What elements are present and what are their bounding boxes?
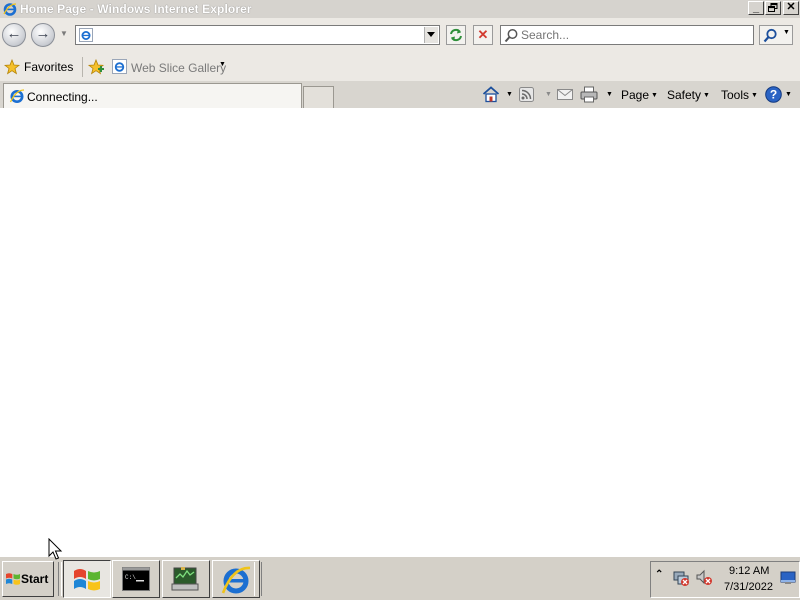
recent-pages-dropdown[interactable]: ▼ [60,29,68,38]
web-slice-page-icon [112,59,127,74]
page-icon [79,28,93,42]
home-button[interactable]: ▼ [482,86,516,104]
show-desktop-icon [780,571,796,584]
address-dropdown-button[interactable] [424,27,438,43]
chevron-down-icon: ▼ [703,92,710,99]
volume-muted-icon [696,569,712,585]
search-icon [763,28,777,43]
server-manager-icon [171,567,199,591]
search-box[interactable] [500,25,754,45]
rss-feed-icon [519,87,534,102]
network-disconnected-icon [673,571,689,586]
favorites-label: Favorites [24,60,74,74]
chevron-down-icon: ▼ [545,91,552,98]
chevron-down-icon: ▼ [651,92,658,99]
forward-button[interactable]: → [31,23,55,47]
taskbar-internet-explorer-button[interactable] [212,560,260,598]
refresh-icon [450,28,462,42]
chevron-down-icon: ▼ [606,91,613,98]
start-label: Start [21,572,49,586]
restore-button[interactable] [765,1,781,15]
restore-icon [768,3,778,12]
feeds-button[interactable]: ▼ [519,87,552,104]
tools-menu-label: Tools [721,88,750,102]
svg-text:C:\: C:\ [125,574,136,581]
minimize-icon: _ [752,2,760,14]
network-status-button[interactable] [672,569,690,587]
back-arrow-icon: ← [6,25,22,42]
windows-logo-icon [6,573,20,585]
command-prompt-icon: C:\ [122,567,150,591]
back-button[interactable]: ← [2,23,26,47]
refresh-button[interactable] [446,25,466,45]
stop-icon: ✕ [477,27,489,42]
separator [82,57,83,77]
home-icon [482,86,500,103]
taskbar-separator [58,562,62,596]
window-title: Home Page - Windows Internet Explorer [20,2,252,16]
safety-menu[interactable]: Safety ▼ [667,88,710,102]
close-icon: ✕ [786,1,796,13]
show-hidden-icons-button[interactable]: ⌃ [655,569,663,580]
show-desktop-button[interactable] [780,570,796,586]
taskbar-command-prompt-button[interactable]: C:\ [112,560,160,598]
svg-text:?: ? [770,88,777,102]
safety-menu-label: Safety [667,88,702,102]
chevron-down-icon: ▼ [60,29,68,38]
close-button[interactable]: ✕ [783,1,799,15]
page-menu[interactable]: Page ▼ [621,88,658,102]
internet-explorer-icon [221,566,251,594]
ie-logo-icon [3,3,17,16]
chevron-down-icon: ▼ [506,91,513,98]
clock-time[interactable]: 9:12 AM [729,565,769,577]
page-content-area[interactable] [0,108,800,556]
search-input[interactable] [521,27,749,43]
mail-icon [557,89,573,100]
taskbar-windows-button[interactable] [63,560,111,598]
taskbar-server-manager-button[interactable] [162,560,210,598]
chevron-up-icon: ⌃ [655,569,664,580]
address-bar[interactable] [75,25,440,45]
search-button[interactable]: ▼ [759,25,793,45]
dropdown-arrow-icon [427,32,435,37]
clock-date[interactable]: 7/31/2022 [724,581,773,593]
new-tab-button[interactable] [303,86,334,108]
address-input[interactable] [96,27,418,43]
add-to-favorites-bar-button[interactable] [87,58,107,76]
windows-flag-icon [74,569,100,591]
mouse-cursor-icon [48,538,63,560]
chevron-down-icon: ▼ [785,91,792,98]
ie-logo-icon [9,89,25,103]
volume-button[interactable] [695,569,713,587]
search-provider-icon [504,29,518,43]
search-options-chevron-icon[interactable]: ▼ [783,29,790,36]
help-icon: ? [765,86,782,103]
read-mail-button[interactable] [557,88,573,102]
add-favorite-icon [87,58,105,75]
print-button[interactable]: ▼ [580,86,613,104]
help-button[interactable]: ? ▼ [765,86,792,104]
web-slice-gallery-label: Web Slice Gallery [131,61,227,75]
chevron-down-icon: ▼ [751,92,758,99]
tools-menu[interactable]: Tools ▼ [721,88,758,102]
page-menu-label: Page [621,88,650,102]
favorites-star-icon [4,59,20,75]
stop-button[interactable]: ✕ [473,25,493,45]
printer-icon [580,86,598,103]
title-bar: Home Page - Windows Internet Explorer _ … [0,0,800,19]
forward-arrow-icon: → [35,25,51,42]
minimize-button[interactable]: _ [748,1,764,15]
taskbar-grip[interactable] [254,562,262,596]
tab-label: Connecting... [27,90,98,104]
